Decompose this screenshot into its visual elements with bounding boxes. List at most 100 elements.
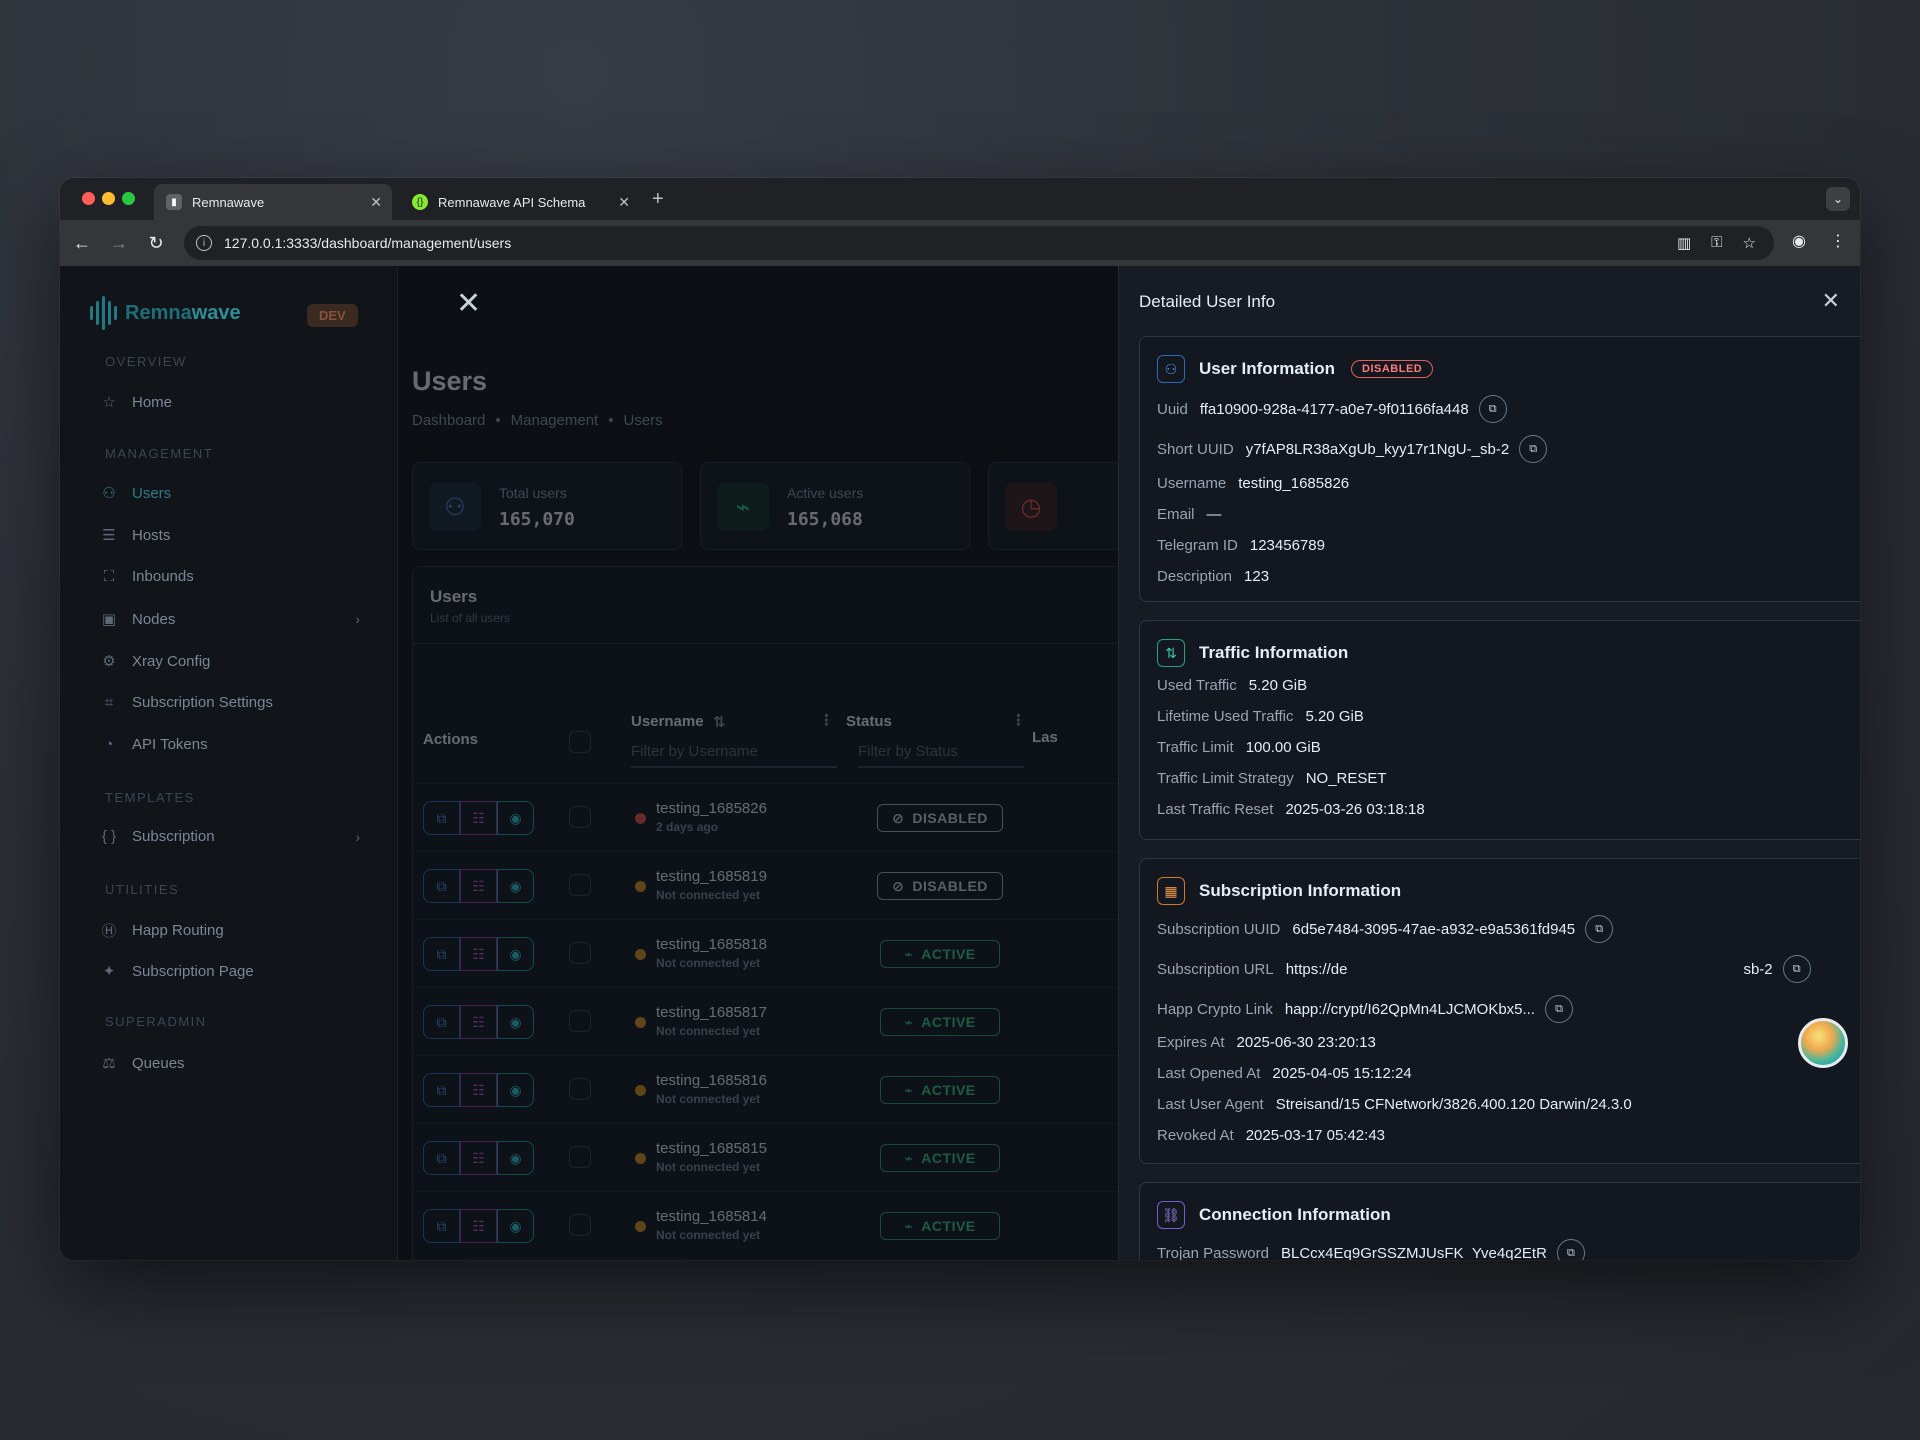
header-username[interactable]: Username (631, 713, 704, 730)
brand-logo[interactable]: Remnawave (90, 296, 241, 330)
subscription-list-icon[interactable]: ☷ (460, 937, 497, 971)
view-eye-icon[interactable]: ◉ (497, 801, 534, 835)
table-row[interactable]: ⧉ ☷ ◉ testing_1685826 2 days ago ⊘ DISABLED (413, 783, 1131, 851)
copy-icon[interactable]: ⧉ (423, 1141, 460, 1175)
row-checkbox[interactable] (569, 806, 591, 828)
copy-icon[interactable]: ⧉ (1478, 395, 1507, 423)
view-eye-icon[interactable]: ◉ (497, 869, 534, 903)
copy-icon[interactable]: ⧉ (423, 1209, 460, 1243)
sidebar-item-xray-config[interactable]: ⚙ Xray Config (100, 652, 360, 671)
sidebar-item-queues[interactable]: ⚖ Queues (100, 1054, 360, 1073)
copy-icon[interactable]: ⧉ (1556, 1239, 1585, 1260)
status-badge: ⊘ DISABLED (877, 804, 1003, 832)
reload-icon[interactable]: ↻ (144, 231, 168, 255)
forward-arrow-icon[interactable]: → (107, 231, 131, 255)
row-checkbox[interactable] (569, 874, 591, 896)
sidebar-item-hosts[interactable]: ☰ Hosts (100, 526, 360, 545)
floating-avatar-button[interactable] (1798, 1018, 1848, 1068)
table-row[interactable]: ⧉ ☷ ◉ testing_1685817 Not connected yet ⌁ A… (413, 987, 1131, 1055)
sort-icon[interactable]: ⇅ (713, 713, 726, 731)
subscription-list-icon[interactable]: ☷ (460, 1141, 497, 1175)
close-modal-icon[interactable]: ✕ (456, 286, 481, 321)
header-actions: Actions (423, 731, 479, 748)
table-row[interactable]: ⧉ ☷ ◉ testing_1685814 Not connected yet ⌁ A… (413, 1191, 1131, 1259)
maximize-window-button[interactable] (122, 192, 135, 205)
sidebar-item-home[interactable]: ☆ Home (100, 393, 360, 412)
table-row[interactable]: ⧉ ☷ ◉ testing_1685816 Not connected yet ⌁ A… (413, 1055, 1131, 1123)
section-templates: TEMPLATES (105, 790, 195, 805)
users-table-card: Users List of all users Actions Username… (412, 566, 1132, 1260)
browser-menu-icon[interactable]: ⋮ (1830, 231, 1846, 251)
sidebar-item-nodes[interactable]: ▣ Nodes › (100, 610, 360, 629)
sidebar-item-api-tokens[interactable]: ◔ API Tokens (100, 736, 360, 753)
tab-remnawave[interactable]: ▮ Remnawave ✕ (154, 184, 392, 220)
back-arrow-icon[interactable]: ← (70, 231, 94, 255)
copy-icon[interactable]: ⧉ (423, 937, 460, 971)
table-row[interactable]: ⧉ ☷ ◉ testing_1685815 Not connected yet ⌁ A… (413, 1123, 1131, 1191)
sidebar-item-users[interactable]: ⚇ Users (100, 484, 360, 503)
new-tab-icon[interactable]: + (652, 188, 664, 211)
address-bar[interactable]: i 127.0.0.1:3333/dashboard/management/us… (184, 226, 1774, 260)
copy-icon[interactable]: ⧉ (423, 801, 460, 835)
breadcrumb-dashboard[interactable]: Dashboard (412, 412, 485, 429)
bookmark-star-icon[interactable]: ☆ (1743, 234, 1756, 252)
copy-icon[interactable]: ⧉ (423, 1073, 460, 1107)
row-checkbox[interactable] (569, 1214, 591, 1236)
close-tab-icon[interactable]: ✕ (618, 194, 630, 211)
tab-api-schema[interactable]: {} Remnawave API Schema ✕ (400, 184, 640, 220)
tab-title: Remnawave (192, 194, 265, 210)
row-username: testing_1685819 (656, 868, 767, 885)
subscription-list-icon[interactable]: ☷ (460, 869, 497, 903)
copy-icon[interactable]: ⧉ (1545, 995, 1574, 1023)
row-checkbox[interactable] (569, 1010, 591, 1032)
table-row[interactable]: ⧉ ☷ ◉ testing_1685819 Not connected yet ⊘ D… (413, 851, 1131, 919)
copy-icon[interactable]: ⧉ (1782, 955, 1811, 983)
header-status[interactable]: Status (846, 713, 892, 730)
sidebar-item-subscription-page[interactable]: ✦ Subscription Page (100, 962, 360, 981)
breadcrumb-management[interactable]: Management (511, 412, 599, 429)
status-filter-select[interactable]: Filter by Status (858, 743, 1024, 768)
view-eye-icon[interactable]: ◉ (497, 1073, 534, 1107)
copy-icon[interactable]: ⧉ (423, 869, 460, 903)
field-email: Email — (1157, 506, 1222, 523)
column-menu-icon[interactable]: ⋮ (819, 711, 834, 729)
copy-icon[interactable]: ⧉ (1519, 435, 1548, 463)
sidebar-item-subscription[interactable]: { } Subscription › (100, 828, 360, 845)
profile-icon[interactable]: ◉ (1792, 231, 1806, 251)
minimize-window-button[interactable] (102, 192, 115, 205)
swagger-favicon-icon: {} (412, 194, 428, 210)
list-icon: ☰ (102, 527, 116, 544)
subscription-list-icon[interactable]: ☷ (460, 1005, 497, 1039)
calendar-icon: ▦ (1157, 877, 1185, 905)
table-row[interactable]: ⧉ ☷ ◉ testing_1685818 Not connected yet ⌁ A… (413, 919, 1131, 987)
subscription-list-icon[interactable]: ☷ (460, 801, 497, 835)
close-tab-icon[interactable]: ✕ (370, 194, 382, 211)
select-all-checkbox[interactable] (569, 731, 591, 753)
media-icon[interactable]: ▥ (1677, 234, 1691, 252)
row-checkbox[interactable] (569, 1078, 591, 1100)
copy-icon[interactable]: ⧉ (423, 1005, 460, 1039)
view-eye-icon[interactable]: ◉ (497, 937, 534, 971)
view-eye-icon[interactable]: ◉ (497, 1209, 534, 1243)
row-username: testing_1685826 (656, 800, 767, 817)
sidebar-item-inbounds[interactable]: ⛶ Inbounds (100, 568, 360, 585)
column-menu-icon[interactable]: ⋮ (1011, 711, 1026, 729)
password-key-icon[interactable]: ⚿ (1711, 234, 1722, 252)
subscription-list-icon[interactable]: ☷ (460, 1209, 497, 1243)
sidebar-item-subscription-settings[interactable]: ⌗ Subscription Settings (100, 694, 360, 711)
activity-icon: ⌁ (904, 1081, 914, 1098)
close-window-button[interactable] (82, 192, 95, 205)
site-info-icon[interactable]: i (196, 235, 212, 251)
row-checkbox[interactable] (569, 942, 591, 964)
view-eye-icon[interactable]: ◉ (497, 1141, 534, 1175)
username-filter-input[interactable]: Filter by Username (631, 743, 837, 768)
close-drawer-icon[interactable]: ✕ (1822, 288, 1840, 314)
row-checkbox[interactable] (569, 1146, 591, 1168)
sidebar-item-happ-routing[interactable]: Ⓗ Happ Routing (100, 920, 360, 941)
subscription-list-icon[interactable]: ☷ (460, 1073, 497, 1107)
copy-icon[interactable]: ⧉ (1585, 915, 1614, 943)
cookie-icon: ◔ (104, 736, 114, 753)
activity-icon: ⌁ (904, 945, 914, 962)
tab-search-chevron-icon[interactable]: ⌄ (1826, 187, 1850, 211)
view-eye-icon[interactable]: ◉ (497, 1005, 534, 1039)
